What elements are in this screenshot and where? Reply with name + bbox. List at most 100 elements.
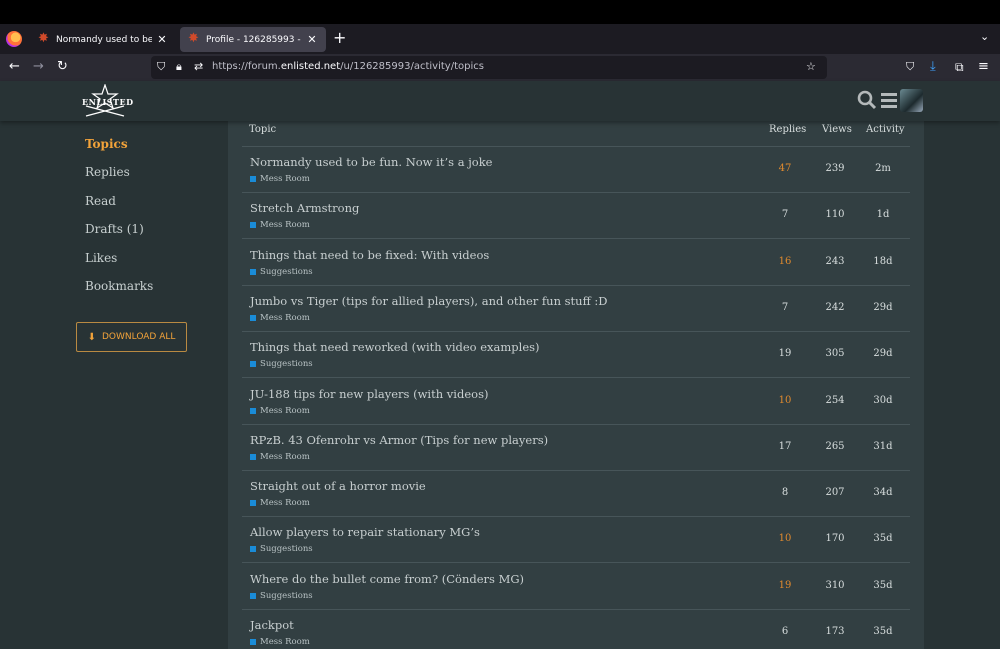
download-all-label: DOWNLOAD ALL <box>101 332 176 342</box>
table-row[interactable]: Jumbo vs Tiger (tips for allied players)… <box>242 286 910 332</box>
enlisted-favicon-icon <box>188 31 200 46</box>
views-count: 265 <box>825 440 845 452</box>
sidebar-item-likes[interactable]: Likes <box>85 251 117 265</box>
topic-title-link[interactable]: Jumbo vs Tiger (tips for allied players)… <box>250 294 608 308</box>
close-tab-icon[interactable]: ✕ <box>156 33 168 46</box>
activity-time[interactable]: 31d <box>863 441 903 452</box>
topic-title-link[interactable]: Jackpot <box>250 618 294 632</box>
activity-time[interactable]: 35d <box>863 533 903 544</box>
category-label: Mess Room <box>260 312 310 323</box>
category-color-square <box>250 500 256 507</box>
tab-list-chevron-down-icon[interactable]: ⌄ <box>980 30 989 43</box>
logo-wordmark: ENLISTED <box>82 97 134 107</box>
topic-title-link[interactable]: Straight out of a horror movie <box>250 479 426 493</box>
address-bar[interactable]: ⛉ 🔒︎ ⇄ https://forum.enlisted.net/u/1262… <box>151 56 827 79</box>
topic-title-link[interactable]: JU-188 tips for new players (with videos… <box>250 387 488 401</box>
sidebar-item-replies[interactable]: Replies <box>85 165 130 179</box>
activity-time[interactable]: 35d <box>863 626 903 637</box>
category-badge[interactable]: Mess Room <box>250 452 310 462</box>
topic-title-link[interactable]: Things that need reworked (with video ex… <box>250 340 540 354</box>
activity-time[interactable]: 34d <box>863 487 903 498</box>
tab-bar: Normandy used to be fun. Now it ✕ Profil… <box>0 24 1000 54</box>
top-strip <box>0 0 1000 24</box>
table-row[interactable]: Things that need reworked (with video ex… <box>242 332 910 379</box>
url-text[interactable]: https://forum.enlisted.net/u/126285993/a… <box>212 61 484 72</box>
views-count: 305 <box>825 348 845 360</box>
enlisted-logo[interactable]: ENLISTED <box>82 83 134 118</box>
activity-time[interactable]: 1d <box>863 209 903 220</box>
header-replies[interactable]: Replies <box>769 124 806 135</box>
enlisted-favicon-icon <box>38 31 50 46</box>
back-arrow-icon[interactable]: ← <box>9 59 20 75</box>
table-row[interactable]: RPzB. 43 Ofenrohr vs Armor (Tips for new… <box>242 425 910 471</box>
forward-arrow-icon[interactable]: → <box>33 59 44 75</box>
activity-time[interactable]: 30d <box>863 395 903 406</box>
table-row[interactable]: Things that need to be fixed: With video… <box>242 240 910 286</box>
topic-title-link[interactable]: RPzB. 43 Ofenrohr vs Armor (Tips for new… <box>250 433 548 447</box>
permissions-icon[interactable]: ⇄ <box>194 60 203 73</box>
download-all-button[interactable]: ⬇ DOWNLOAD ALL <box>76 322 187 352</box>
views-count: 110 <box>825 209 845 221</box>
search-icon[interactable] <box>857 90 877 113</box>
activity-time[interactable]: 2m <box>863 163 903 174</box>
topic-title-link[interactable]: Things that need to be fixed: With video… <box>250 248 489 262</box>
firefox-menu-icon[interactable] <box>6 31 22 47</box>
site-header: ENLISTED <box>0 81 1000 121</box>
tab-normandy[interactable]: Normandy used to be fun. Now it ✕ <box>30 27 176 52</box>
reload-icon[interactable]: ↻ <box>57 59 68 75</box>
table-row[interactable]: JU-188 tips for new players (with videos… <box>242 379 910 425</box>
url-prefix: https://forum. <box>212 61 281 72</box>
topic-title-link[interactable]: Normandy used to be fun. Now it’s a joke <box>250 155 492 169</box>
category-badge[interactable]: Mess Room <box>250 313 310 323</box>
category-color-square <box>250 176 256 182</box>
category-badge[interactable]: Mess Room <box>250 637 310 647</box>
extensions-icon[interactable]: ⧉ <box>955 59 964 75</box>
table-row[interactable]: Where do the bullet come from? (Cönders … <box>242 564 910 610</box>
app-menu-icon[interactable]: ≡ <box>978 59 989 75</box>
views-count: 243 <box>825 255 845 267</box>
category-badge[interactable]: Mess Room <box>250 220 310 230</box>
topic-title-link[interactable]: Stretch Armstrong <box>250 201 359 215</box>
table-row[interactable]: Straight out of a horror movie Mess Room 8… <box>242 471 910 518</box>
header-views[interactable]: Views <box>822 124 852 135</box>
new-tab-button[interactable]: + <box>333 28 346 47</box>
category-badge[interactable]: Mess Room <box>250 174 310 184</box>
activity-time[interactable]: 29d <box>863 348 903 359</box>
category-badge[interactable]: Mess Room <box>250 406 310 416</box>
table-row[interactable]: Jackpot Mess Room 6 173 35d <box>242 610 910 649</box>
sidebar-item-bookmarks[interactable]: Bookmarks <box>85 279 153 293</box>
views-count: 242 <box>825 301 845 313</box>
replies-count: 6 <box>781 626 789 637</box>
category-badge[interactable]: Suggestions <box>250 359 313 369</box>
close-tab-icon[interactable]: ✕ <box>306 33 318 46</box>
category-badge[interactable]: Mess Room <box>250 498 310 508</box>
category-badge[interactable]: Suggestions <box>250 591 313 601</box>
table-row[interactable]: Normandy used to be fun. Now it’s a joke… <box>242 147 910 193</box>
hamburger-menu-icon[interactable] <box>880 90 898 113</box>
table-row[interactable]: Allow players to repair stationary MG’s S… <box>242 517 910 564</box>
activity-time[interactable]: 18d <box>863 256 903 267</box>
table-header: Topic Replies Views Activity <box>242 121 910 147</box>
header-topic[interactable]: Topic <box>249 124 276 135</box>
downloads-icon[interactable]: ⤓ <box>930 59 936 75</box>
shield-icon[interactable]: ⛉ <box>157 60 165 74</box>
replies-count: 19 <box>778 579 792 591</box>
user-avatar[interactable] <box>900 89 923 112</box>
bookmark-star-icon[interactable]: ☆ <box>806 60 816 73</box>
category-badge[interactable]: Suggestions <box>250 267 313 277</box>
pocket-icon[interactable]: ⛉ <box>906 59 914 75</box>
category-badge[interactable]: Suggestions <box>250 544 313 554</box>
sidebar-item-drafts[interactable]: Drafts (1) <box>85 222 144 236</box>
table-row[interactable]: Stretch Armstrong Mess Room 7 110 1d <box>242 193 910 240</box>
topic-title-link[interactable]: Where do the bullet come from? (Cönders … <box>250 572 524 586</box>
sidebar-item-read[interactable]: Read <box>85 194 116 208</box>
topic-title-link[interactable]: Allow players to repair stationary MG’s <box>250 525 480 539</box>
header-activity[interactable]: Activity <box>866 124 905 135</box>
lock-icon[interactable]: 🔒︎ <box>176 60 182 74</box>
activity-time[interactable]: 35d <box>863 580 903 591</box>
category-color-square <box>250 453 256 460</box>
category-color-square <box>250 268 256 275</box>
tab-profile[interactable]: Profile - 126285993 - Enlisted ✕ <box>180 27 326 52</box>
activity-time[interactable]: 29d <box>863 302 903 313</box>
sidebar-item-topics[interactable]: Topics <box>85 137 128 151</box>
